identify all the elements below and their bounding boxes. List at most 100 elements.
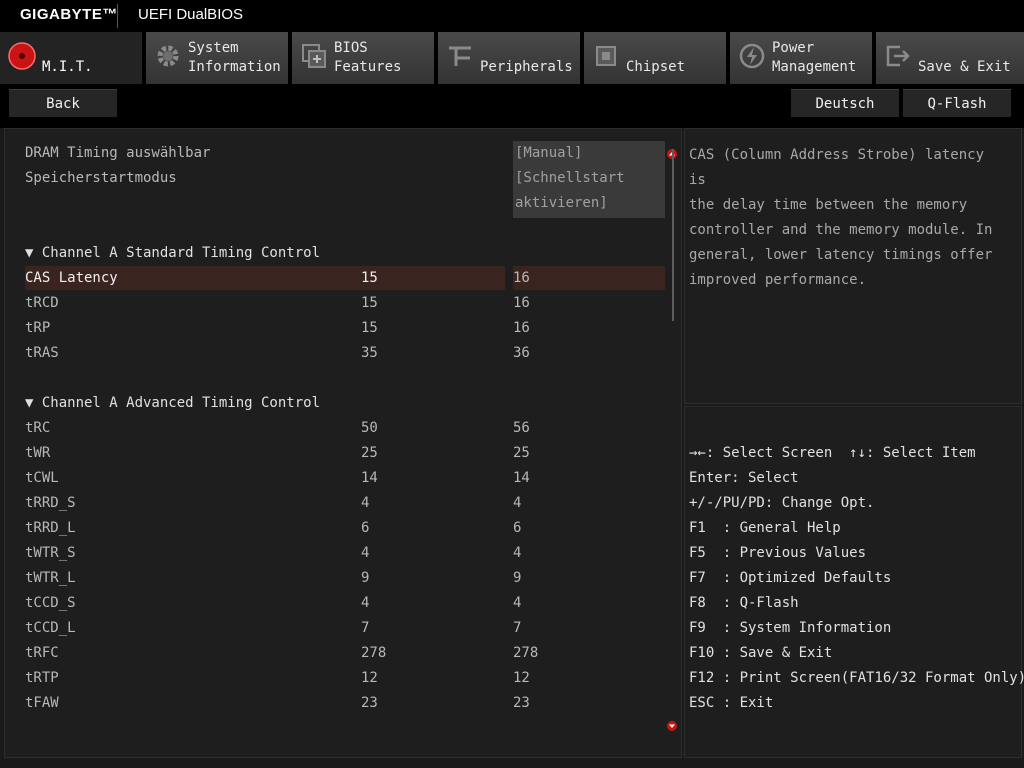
row-value[interactable]: 9: [513, 566, 521, 591]
tab-bios-features[interactable]: BIOS Features: [292, 32, 436, 84]
tab-label: System Information: [188, 40, 281, 75]
row-current: 4: [361, 595, 370, 611]
tab-chipset[interactable]: Chipset: [584, 32, 728, 84]
tab-peripherals[interactable]: Peripherals: [438, 32, 582, 84]
row-value[interactable]: 12: [513, 666, 530, 691]
row-value[interactable]: 36: [513, 341, 530, 366]
tccd-l-row[interactable]: tCCD_L 7 7: [25, 616, 665, 641]
scroll-down-arrow-icon[interactable]: [667, 721, 677, 731]
row-value[interactable]: 278: [513, 641, 538, 666]
language-button[interactable]: Deutsch: [790, 88, 900, 118]
key-hint: F9 : System Information: [689, 620, 892, 636]
row-value[interactable]: 25: [513, 441, 530, 466]
setting-label: Speicherstartmodus: [25, 170, 177, 186]
qflash-button[interactable]: Q-Flash: [902, 88, 1012, 118]
tras-row[interactable]: tRAS 35 36: [25, 341, 665, 366]
header-divider: [117, 4, 118, 28]
twtr-s-row[interactable]: tWTR_S 4 4: [25, 541, 665, 566]
key-legend-panel: →←: Select Screen ↑↓: Select Item Enter:…: [684, 406, 1024, 758]
row-current: 15: [361, 270, 378, 286]
chipset-icon: [596, 46, 616, 66]
row-value[interactable]: 23: [513, 691, 530, 716]
trcd-row[interactable]: tRCD 15 16: [25, 291, 665, 316]
tab-bar: M.I.T. System Information BIOS Features …: [0, 32, 1024, 84]
row-value[interactable]: 56: [513, 416, 530, 441]
twr-row[interactable]: tWR 25 25: [25, 441, 665, 466]
exit-icon: [886, 45, 910, 67]
row-current: 35: [361, 345, 378, 361]
key-hint: F12 : Print Screen(FAT16/32 Format Only): [689, 670, 1024, 686]
settings-panel: DRAM Timing auswählbar [Manual] Speicher…: [4, 128, 682, 758]
row-label: tWTR_S: [25, 545, 76, 561]
help-panel: CAS (Column Address Strobe) latency is t…: [684, 128, 1022, 404]
tab-mit[interactable]: M.I.T.: [0, 32, 144, 84]
dram-timing-value[interactable]: [Manual]: [513, 141, 665, 166]
help-line: improved performance.: [689, 272, 867, 288]
help-line: the delay time between the memory: [689, 197, 968, 213]
row-value[interactable]: 7: [513, 616, 521, 641]
row-label: tCCD_S: [25, 595, 76, 611]
tab-label: Peripherals: [480, 59, 573, 75]
key-hint: F5 : Previous Values: [689, 545, 867, 561]
power-icon: [739, 43, 765, 69]
mit-icon: [8, 42, 36, 70]
key-hint: Enter: Select: [689, 470, 799, 486]
row-current: 50: [361, 420, 378, 436]
row-current: 9: [361, 570, 370, 586]
key-hint: +/-/PU/PD: Change Opt.: [689, 495, 875, 511]
key-hint: ESC : Exit: [689, 695, 774, 711]
section-title: Channel A Standard Timing Control: [41, 245, 321, 261]
row-value[interactable]: 16: [513, 316, 530, 341]
section-title: Channel A Advanced Timing Control: [41, 395, 321, 411]
help-line: controller and the memory module. In: [689, 222, 993, 238]
collapse-triangle-icon: ▼: [25, 245, 42, 261]
key-hint: F8 : Q-Flash: [689, 595, 799, 611]
row-label: tRP: [25, 320, 51, 336]
trrd-l-row[interactable]: tRRD_L 6 6: [25, 516, 665, 541]
tab-power-management[interactable]: Power Management: [730, 32, 874, 84]
tfaw-row[interactable]: tFAW 23 23: [25, 691, 665, 716]
row-value[interactable]: 4: [513, 591, 521, 616]
trp-row[interactable]: tRP 15 16: [25, 316, 665, 341]
tab-save-exit[interactable]: Save & Exit: [876, 32, 1024, 84]
tab-system-information[interactable]: System Information: [146, 32, 290, 84]
row-current: 278: [361, 645, 387, 661]
trfc-row[interactable]: tRFC 278 278: [25, 641, 665, 666]
key-hint: F1 : General Help: [689, 520, 841, 536]
row-label: tRCD: [25, 295, 59, 311]
tccd-s-row[interactable]: tCCD_S 4 4: [25, 591, 665, 616]
tab-label: BIOS Features: [334, 40, 402, 75]
collapse-triangle-icon: ▼: [25, 395, 42, 411]
row-value[interactable]: 4: [513, 541, 521, 566]
section-standard-timing[interactable]: ▼ Channel A Standard Timing Control: [25, 241, 320, 266]
row-label: tCWL: [25, 470, 59, 486]
row-label: tWR: [25, 445, 51, 461]
back-button[interactable]: Back: [8, 88, 118, 118]
row-value[interactable]: 14: [513, 466, 530, 491]
trtp-row[interactable]: tRTP 12 12: [25, 666, 665, 691]
memory-start-value[interactable]: [Schnellstart aktivieren]: [513, 166, 665, 218]
row-value[interactable]: 6: [513, 516, 521, 541]
scrollbar[interactable]: [672, 149, 674, 321]
section-advanced-timing[interactable]: ▼ Channel A Advanced Timing Control: [25, 391, 320, 416]
row-current: 14: [361, 470, 378, 486]
tab-label: M.I.T.: [42, 59, 93, 75]
trrd-s-row[interactable]: tRRD_S 4 4: [25, 491, 665, 516]
twtr-l-row[interactable]: tWTR_L 9 9: [25, 566, 665, 591]
row-value[interactable]: 16: [513, 266, 530, 291]
row-label: tCCD_L: [25, 620, 76, 636]
row-current: 15: [361, 320, 378, 336]
row-label: tRTP: [25, 670, 59, 686]
row-value[interactable]: 4: [513, 491, 521, 516]
help-text: CAS (Column Address Strobe) latency is t…: [689, 143, 1009, 293]
cas-latency-row[interactable]: CAS Latency 15 16: [25, 266, 665, 291]
row-label: tRC: [25, 420, 51, 436]
row-current: 12: [361, 670, 378, 686]
toolbar: Back Deutsch Q-Flash: [0, 84, 1024, 128]
row-value[interactable]: 16: [513, 291, 530, 316]
row-current: 4: [361, 545, 370, 561]
key-hint: F10 : Save & Exit: [689, 645, 833, 661]
tcwl-row[interactable]: tCWL 14 14: [25, 466, 665, 491]
row-current: 6: [361, 520, 370, 536]
trc-row[interactable]: tRC 50 56: [25, 416, 665, 441]
